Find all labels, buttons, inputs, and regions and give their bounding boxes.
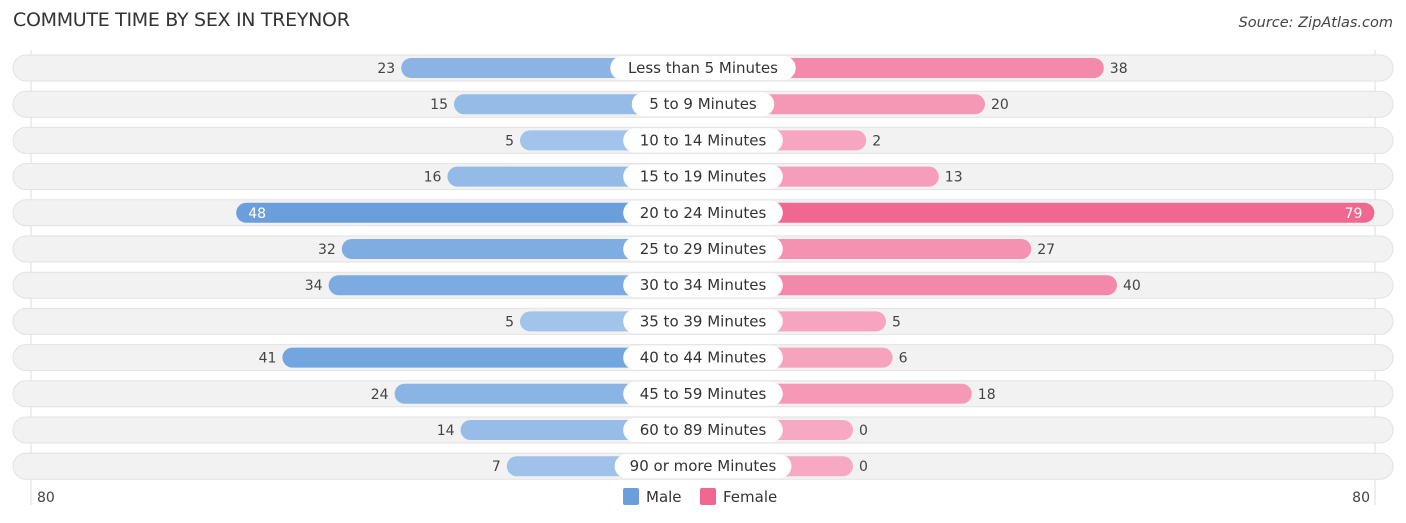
female-value-label: 27 — [1037, 242, 1055, 258]
male-value-label: 15 — [430, 97, 448, 113]
female-value-label: 38 — [1110, 61, 1128, 77]
male-value-label: 16 — [424, 170, 442, 186]
category-label: 60 to 89 Minutes — [640, 421, 767, 439]
category-label: 30 to 34 Minutes — [640, 276, 767, 294]
category-label: 90 or more Minutes — [630, 457, 777, 475]
legend-female-label: Female — [723, 488, 777, 506]
female-bar[interactable] — [703, 202, 1375, 223]
category-label: 10 to 14 Minutes — [640, 131, 767, 149]
female-value-label: 79 — [1345, 206, 1363, 222]
legend-male-swatch — [623, 488, 639, 505]
female-value-label: 20 — [991, 97, 1009, 113]
legend-female-swatch — [700, 488, 716, 505]
male-value-label: 41 — [259, 351, 277, 367]
chart: 23 38Less than 5 Minutes15 205 to 9 Minute… — [12, 50, 1394, 506]
male-value-label: 7 — [492, 459, 501, 475]
female-value-label: 0 — [859, 423, 868, 439]
female-value-label: 18 — [978, 387, 996, 403]
category-label: Less than 5 Minutes — [628, 59, 778, 77]
female-value-label: 0 — [859, 459, 868, 475]
category-label: 15 to 19 Minutes — [640, 168, 767, 186]
category-label: 25 to 29 Minutes — [640, 240, 767, 258]
male-value-label: 34 — [305, 278, 323, 294]
axis-max-label: 80 — [1352, 490, 1370, 506]
female-value-label: 40 — [1123, 278, 1141, 294]
legend-male-label: Male — [646, 488, 682, 506]
axis-min-label: 80 — [37, 490, 55, 506]
category-label: 45 to 59 Minutes — [640, 385, 767, 403]
category-label: 35 to 39 Minutes — [640, 312, 767, 330]
male-value-label: 48 — [248, 206, 266, 222]
female-value-label: 13 — [945, 170, 963, 186]
male-value-label: 32 — [318, 242, 336, 258]
male-value-label: 23 — [377, 61, 395, 77]
female-value-label: 6 — [899, 351, 908, 367]
male-value-label: 14 — [437, 423, 455, 439]
category-label: 40 to 44 Minutes — [640, 349, 767, 367]
female-value-label: 5 — [892, 314, 901, 330]
male-value-label: 5 — [505, 133, 514, 149]
male-value-label: 5 — [505, 314, 514, 330]
male-value-label: 24 — [371, 387, 389, 403]
category-label: 5 to 9 Minutes — [649, 95, 757, 113]
female-value-label: 2 — [872, 133, 881, 149]
category-label: 20 to 24 Minutes — [640, 204, 767, 222]
